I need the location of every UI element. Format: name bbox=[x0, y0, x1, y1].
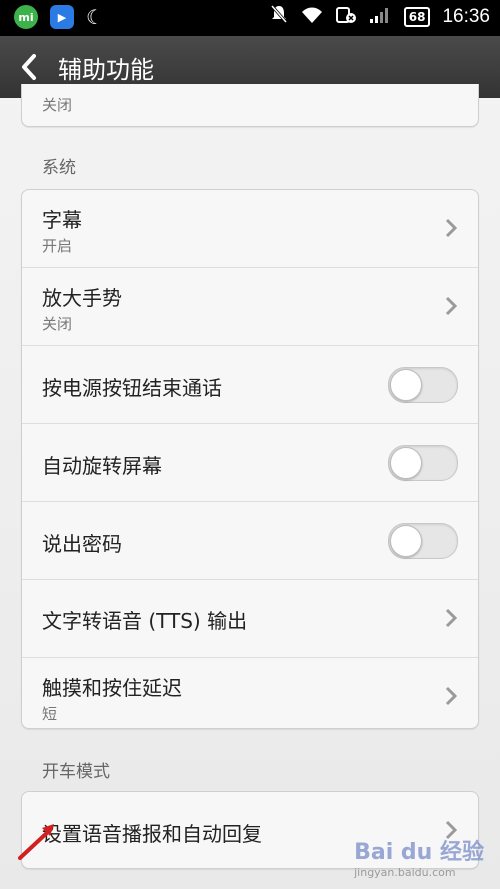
watermark-logo: Bai du 经验 jingyan.baidu.com bbox=[354, 840, 484, 879]
setting-title: 触摸和按住延迟 bbox=[42, 676, 182, 700]
sim-status-icon bbox=[335, 6, 356, 28]
setting-title: 字幕 bbox=[42, 208, 82, 232]
setting-row-power-ends-call: 按电源按钮结束通话 bbox=[22, 346, 478, 424]
page-title: 辅助功能 bbox=[58, 55, 154, 84]
section-label-driving-mode: 开车模式 bbox=[42, 762, 110, 782]
setting-row-magnification[interactable]: 放大手势 关闭 bbox=[22, 268, 478, 346]
setting-row-touch-hold-delay[interactable]: 触摸和按住延迟 短 bbox=[22, 658, 478, 728]
annotation-arrow-icon bbox=[18, 824, 54, 860]
setting-title: 文字转语音 (TTS) 输出 bbox=[42, 609, 248, 633]
moon-icon: ☾ bbox=[86, 5, 104, 29]
toggle-knob bbox=[390, 369, 422, 401]
signal-icon bbox=[368, 6, 392, 28]
setting-row-speak-passwords: 说出密码 bbox=[22, 502, 478, 580]
chevron-right-icon bbox=[445, 218, 458, 238]
setting-title: 说出密码 bbox=[42, 532, 122, 556]
previous-setting-sub: 关闭 bbox=[42, 96, 73, 114]
setting-title: 设置语音播报和自动回复 bbox=[42, 822, 262, 846]
status-bar: mi ▶ ☾ 68 16:36 bbox=[0, 0, 500, 36]
mute-bell-icon bbox=[270, 4, 288, 29]
chevron-right-icon bbox=[445, 608, 458, 628]
setting-sub: 短 bbox=[42, 705, 58, 723]
speak-passwords-toggle[interactable] bbox=[388, 523, 458, 559]
setting-row-captions[interactable]: 字幕 开启 bbox=[22, 190, 478, 268]
chevron-right-icon bbox=[445, 686, 458, 706]
baidu-watermark: Bai du 经验 jingyan.baidu.com bbox=[354, 834, 484, 879]
setting-title: 按电源按钮结束通话 bbox=[42, 376, 222, 400]
system-settings-card: 字幕 开启 放大手势 关闭 按电源按钮结束通话 自动旋转屏幕 说出密码 文字转语… bbox=[21, 189, 479, 729]
power-ends-call-toggle[interactable] bbox=[388, 367, 458, 403]
setting-title: 自动旋转屏幕 bbox=[42, 454, 162, 478]
setting-row-tts-output[interactable]: 文字转语音 (TTS) 输出 bbox=[22, 580, 478, 658]
auto-rotate-toggle[interactable] bbox=[388, 445, 458, 481]
section-label-system: 系统 bbox=[42, 158, 76, 178]
setting-sub: 开启 bbox=[42, 237, 73, 255]
setting-sub: 关闭 bbox=[42, 315, 73, 333]
chevron-right-icon bbox=[445, 296, 458, 316]
setting-title: 放大手势 bbox=[42, 286, 122, 310]
toggle-knob bbox=[390, 447, 422, 479]
toggle-knob bbox=[390, 525, 422, 557]
status-time: 16:36 bbox=[442, 5, 490, 27]
wifi-icon bbox=[300, 6, 324, 28]
chevron-left-icon bbox=[22, 54, 36, 80]
video-app-icon: ▶ bbox=[50, 5, 74, 29]
battery-icon: 68 bbox=[403, 6, 431, 27]
previous-setting-card[interactable]: 关闭 bbox=[21, 84, 479, 127]
mi-talk-app-icon: mi bbox=[14, 5, 38, 29]
setting-row-auto-rotate: 自动旋转屏幕 bbox=[22, 424, 478, 502]
